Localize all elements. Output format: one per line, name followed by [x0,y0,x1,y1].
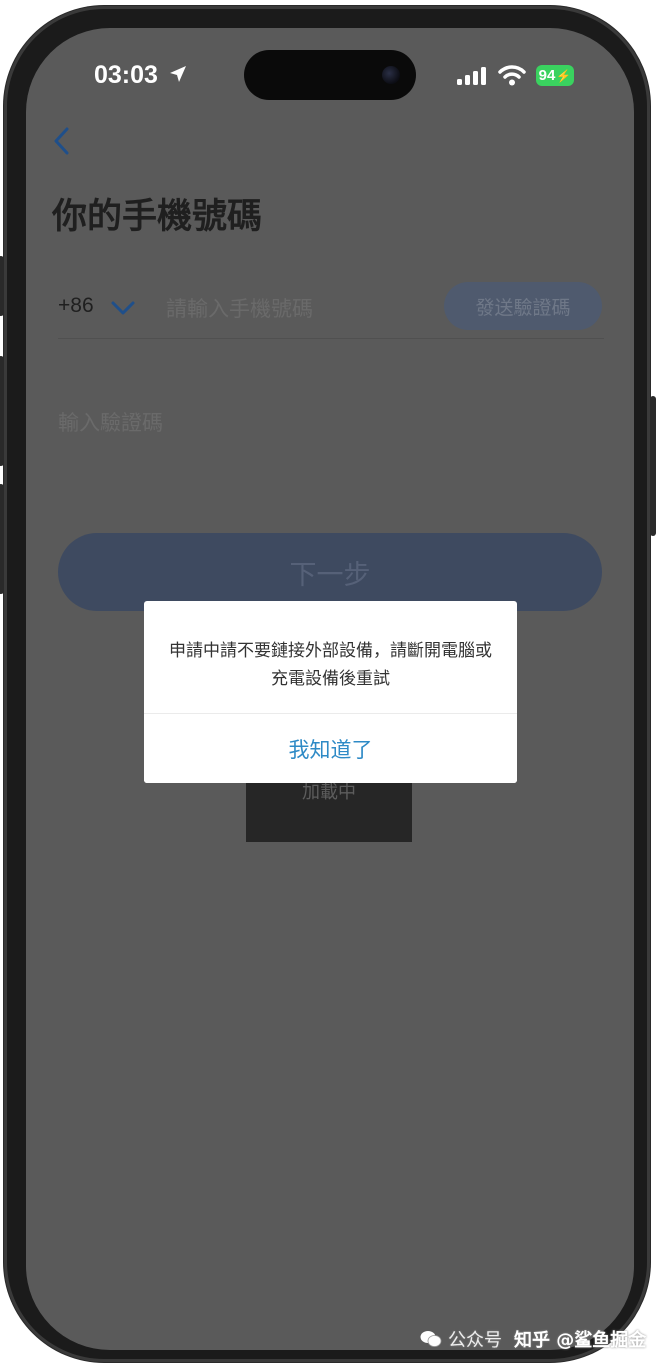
phone-frame: 03:03 94⚡ 你的手機號碼 +86 發送驗證碼 [0,6,656,1362]
back-chevron-icon[interactable] [50,126,74,156]
dynamic-island [244,50,416,100]
alert-message: 申請中請不要鏈接外部設備，請斷開電腦或充電設備後重試 [169,641,492,689]
phone-screen: 03:03 94⚡ 你的手機號碼 +86 發送驗證碼 [26,28,634,1350]
verification-code-input[interactable] [58,406,418,440]
power-button [650,396,656,536]
watermark-brand: 知乎 @鲨鱼掘金 [514,1330,647,1351]
phone-number-input[interactable] [166,292,436,326]
charging-bolt-icon: ⚡ [556,68,572,83]
watermark-account: 公众号 [448,1330,502,1351]
next-step-button[interactable]: 下一步 [58,533,602,611]
country-code[interactable]: +86 [58,294,94,318]
volume-down-button [0,484,4,594]
front-camera [382,66,400,84]
wifi-icon [498,65,526,86]
cellular-signal-icon [457,67,486,85]
chevron-down-icon[interactable] [110,298,136,318]
volume-up-button [0,356,4,466]
input-divider [58,338,604,339]
acknowledge-button[interactable]: 我知道了 [144,714,517,783]
send-code-button[interactable]: 發送驗證碼 [444,282,602,330]
alert-dialog: 申請中請不要鏈接外部設備，請斷開電腦或充電設備後重試 我知道了 [144,601,517,783]
location-arrow-icon [170,66,186,82]
battery-level: 94 [538,67,556,84]
wechat-logo-icon [420,1331,442,1347]
status-time: 03:03 [94,61,158,89]
battery-icon: 94 ⚡ [536,65,574,86]
watermark: 公众号 知乎 @鲨鱼掘金 [420,1326,646,1352]
loading-text: 加載中 [302,782,356,803]
action-button [0,256,4,316]
page-title: 你的手機號碼 [52,197,263,237]
